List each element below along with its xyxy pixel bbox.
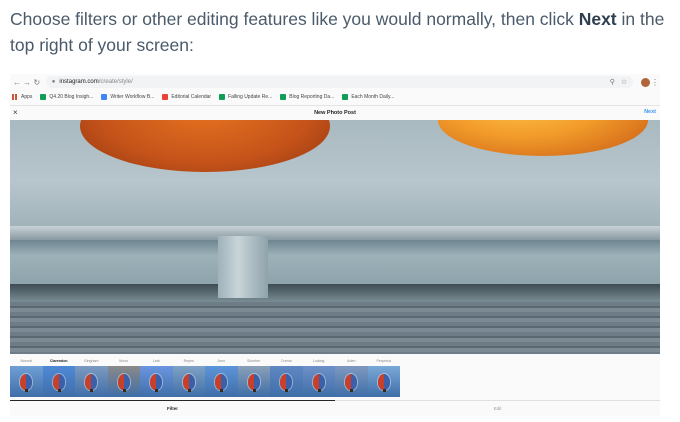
bookmark-label: Editorial Calendar — [171, 94, 212, 100]
hot-air-balloon-icon — [52, 373, 65, 390]
address-bar[interactable]: ● instagram.com/create/style/ ⚲ ☆ — [45, 76, 634, 88]
filter-thumbnail[interactable] — [140, 366, 173, 397]
reload-icon[interactable]: ↻ — [32, 78, 42, 87]
instagram-screenshot: ← → ↻ ● instagram.com/create/style/ ⚲ ☆ … — [10, 74, 660, 416]
close-icon[interactable]: × — [13, 108, 18, 117]
hot-air-balloon-icon — [20, 373, 33, 390]
filter-thumbnail[interactable] — [172, 366, 205, 397]
bookmark-label: Q4.20 Blog Insigh... — [49, 94, 94, 100]
tab-edit[interactable]: Edit — [335, 400, 660, 416]
browser-toolbar: ← → ↻ ● instagram.com/create/style/ ⚲ ☆ … — [10, 74, 660, 90]
bookmarks-bar: Apps Q4.20 Blog Insigh... Writer Workflow … — [10, 91, 660, 103]
hot-air-balloon-icon — [247, 373, 260, 390]
bookmark-label: Blog Reporting Da... — [289, 94, 335, 100]
sheet-icon — [162, 94, 169, 100]
hot-air-balloon-icon — [182, 373, 195, 390]
bookmark-label: Writer Workflow B... — [110, 94, 155, 100]
instruction-text: Choose filters or other editing features… — [10, 6, 670, 58]
filter-thumbnail[interactable] — [75, 366, 108, 397]
bookmark-item[interactable]: Each Month Daily... — [342, 94, 394, 100]
tab-filter[interactable]: Filter — [10, 400, 335, 416]
bookmark-label: Falling Update Re... — [228, 94, 273, 100]
sheet-icon — [342, 94, 349, 100]
hot-air-balloon-icon — [345, 373, 358, 390]
hot-air-balloon-icon — [280, 373, 293, 390]
filter-thumbnail[interactable] — [302, 366, 335, 397]
hot-air-balloon-icon — [117, 373, 130, 390]
back-icon[interactable]: ← — [12, 78, 22, 87]
hot-air-balloon-icon — [312, 373, 325, 390]
bookmark-label: Each Month Daily... — [351, 94, 395, 100]
sheet-icon — [219, 94, 226, 100]
photo-preview — [10, 120, 660, 354]
filter-thumbnail[interactable] — [335, 366, 368, 397]
filter-thumbnail[interactable] — [237, 366, 270, 397]
filter-thumbnail[interactable] — [205, 366, 238, 397]
filter-thumbnail[interactable] — [270, 366, 303, 397]
apps-grid-icon — [12, 94, 18, 100]
ig-header: × New Photo Post Next — [10, 105, 660, 119]
bookmark-item[interactable]: Falling Update Re... — [219, 94, 272, 100]
sheet-icon — [101, 94, 108, 100]
editor-tabs: Filter Edit — [10, 400, 660, 416]
filter-thumbnail[interactable] — [367, 366, 400, 397]
filter-thumbnails — [10, 366, 400, 397]
sheet-icon — [280, 94, 287, 100]
hot-air-balloon-icon — [377, 373, 390, 390]
url-host: instagram.com — [59, 79, 99, 85]
sheet-icon — [40, 94, 47, 100]
filter-thumbnail[interactable] — [42, 366, 75, 397]
bookmark-apps[interactable]: Apps — [12, 94, 32, 100]
ig-title: New Photo Post — [314, 109, 356, 116]
bookmark-item[interactable]: Blog Reporting Da... — [280, 94, 334, 100]
filter-thumbnail[interactable] — [10, 366, 43, 397]
profile-avatar[interactable] — [641, 77, 651, 87]
next-button[interactable]: Next — [644, 109, 656, 115]
url-path: /create/style/ — [98, 79, 133, 85]
bookmark-item[interactable]: Writer Workflow B... — [101, 94, 154, 100]
lock-icon: ● — [51, 79, 56, 85]
instruction-pre: Choose filters or other editing features… — [10, 9, 579, 29]
bookmark-item[interactable]: Q4.20 Blog Insigh... — [40, 94, 93, 100]
star-icon[interactable]: ☆ — [621, 78, 627, 86]
bookmark-item[interactable]: Editorial Calendar — [162, 94, 211, 100]
hot-air-balloon-icon — [215, 373, 228, 390]
hot-air-balloon-icon — [150, 373, 163, 390]
instruction-next-bold: Next — [578, 9, 617, 29]
hot-air-balloon-icon — [85, 373, 98, 390]
zoom-icon[interactable]: ⚲ — [610, 78, 615, 86]
menu-icon[interactable]: ⋮ — [650, 78, 660, 87]
bookmark-label: Apps — [21, 94, 33, 100]
filter-thumbnail[interactable] — [107, 366, 140, 397]
forward-icon[interactable]: → — [22, 78, 32, 87]
